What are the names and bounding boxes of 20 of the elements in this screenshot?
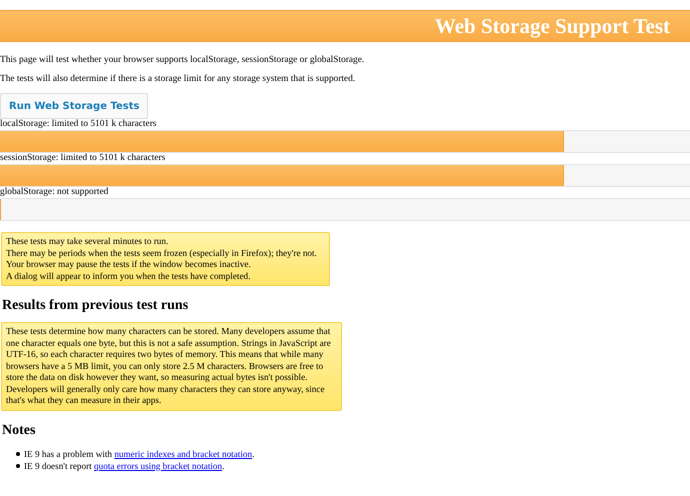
storage-status: sessionStorage: limited to 5101 k characters (0, 153, 166, 164)
bullet-icon (16, 452, 20, 456)
results-heading: Results from previous test runs (2, 298, 190, 314)
warning-line: There may be periods when the tests seem frozen (especially in Firefox); they're not. (6, 248, 318, 259)
warning-line: A dialog will appear to inform you when the tests have completed. (6, 270, 252, 282)
info-text: These tests determine how many characters can be stored. Many developers assume that one character equals one byte, but this is not a safe assumption. Strings in JavaScript are UTF-16, so each character requires two bytes of memory. This means that while many browsers have a 5 MB limit, you can only store 2.5 M characters. Browsers are free to store the data on disk however they want, so measuring actual bytes isn't possible. Developers will generally only care how many characters they can store anyway, since that's what they can measure in their apps. (6, 326, 331, 405)
note-text: IE 9 has a problem with numeric indexes and bracket notation. (24, 448, 254, 460)
page-title: Web Storage Support Test (434, 14, 670, 38)
storage-status: localStorage: limited to 5101 k characters (0, 119, 158, 130)
run-tests-button[interactable]: Run Web Storage Tests (0, 93, 148, 119)
storage-status: globalStorage: not supported (0, 187, 110, 198)
intro-text: The tests will also determine if there is a storage limit for any storage system that is supported. (0, 74, 356, 85)
warning-line: Your browser may pause the tests if the window becomes inactive. (6, 259, 252, 270)
bullet-icon (16, 464, 20, 468)
intro-text: This page will test whether your browser supports localStorage, sessionStorage or globalStorage. (0, 55, 366, 66)
note-link[interactable]: numeric indexes and bracket notation (114, 448, 252, 458)
warning-line: These tests may take several minutes to run. (6, 236, 170, 248)
note-link[interactable]: quota errors using bracket notation (94, 460, 222, 470)
notes-heading: Notes (2, 422, 36, 438)
note-text: IE 9 doesn't report quota errors using bracket notation. (24, 460, 224, 472)
